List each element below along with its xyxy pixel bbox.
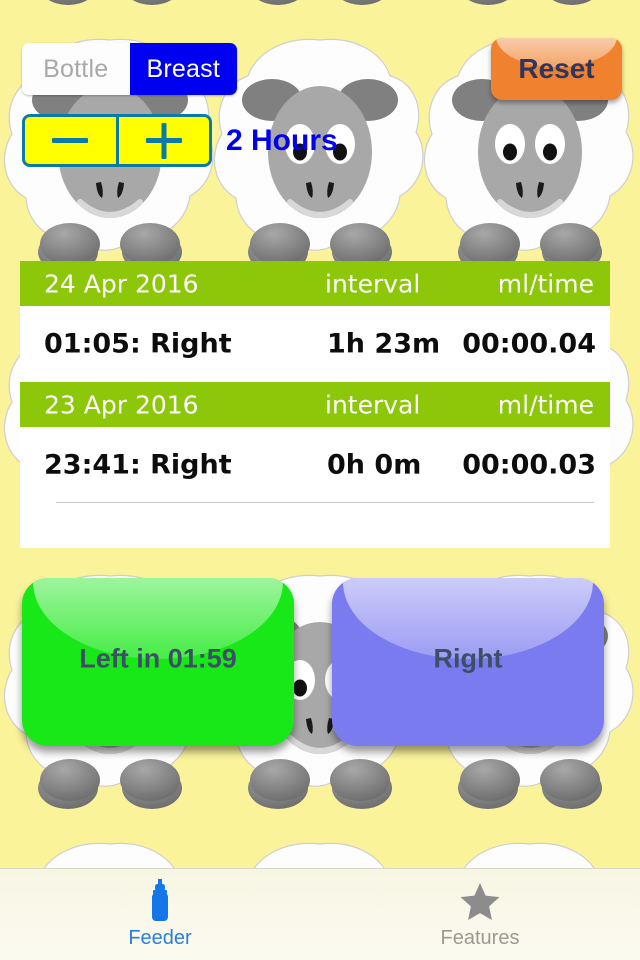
bottom-tab-bar: Feeder Features — [0, 868, 640, 960]
table-header-date: 23 Apr 2016 — [44, 390, 199, 419]
tab-features[interactable]: Features — [320, 869, 640, 960]
table-row[interactable]: 01:05: Right 1h 23m 00:00.04 — [20, 306, 610, 382]
table-header-ml-time: ml/time — [497, 269, 594, 298]
star-icon — [459, 879, 501, 923]
table-bottom-spacer — [20, 503, 610, 547]
table-header-row: 24 Apr 2016 interval ml/time — [20, 261, 610, 306]
tab-features-label: Features — [440, 927, 520, 949]
plus-icon-vertical — [161, 122, 167, 159]
reset-button-label: Reset — [518, 53, 595, 84]
table-header-interval: interval — [325, 390, 421, 419]
stepper-decrement-button[interactable] — [25, 117, 116, 164]
table-header-date: 24 Apr 2016 — [44, 269, 199, 298]
table-header-ml-time: ml/time — [497, 390, 594, 419]
interval-value-label: 2 Hours — [226, 124, 338, 157]
interval-stepper[interactable] — [22, 114, 212, 167]
table-row[interactable]: 23:41: Right 0h 0m 00:00.03 — [20, 427, 610, 503]
row-time-side: 23:41: Right — [44, 449, 232, 481]
baby-bottle-icon — [147, 879, 173, 923]
feed-log-table[interactable]: 24 Apr 2016 interval ml/time 01:05: Righ… — [20, 261, 610, 548]
row-ml-time: 00:00.03 — [462, 449, 596, 481]
segment-bottle-label: Bottle — [43, 54, 109, 83]
left-breast-button[interactable]: Left in 01:59 — [22, 578, 294, 746]
table-header-row: 23 Apr 2016 interval ml/time — [20, 382, 610, 427]
tab-feeder[interactable]: Feeder — [0, 869, 320, 960]
segment-breast[interactable]: Breast — [129, 43, 237, 95]
row-ml-time: 00:00.04 — [462, 328, 596, 360]
reset-button[interactable]: Reset — [491, 38, 622, 100]
segment-bottle[interactable]: Bottle — [22, 43, 130, 95]
right-breast-button[interactable]: Right — [332, 578, 604, 746]
row-interval: 0h 0m — [327, 449, 422, 481]
left-button-label: Left in 01:59 — [79, 643, 237, 674]
tab-feeder-label: Feeder — [128, 927, 192, 949]
table-header-interval: interval — [325, 269, 421, 298]
feed-type-segmented-control[interactable]: Bottle Breast — [22, 43, 237, 95]
minus-icon — [52, 138, 89, 143]
row-time-side: 01:05: Right — [44, 328, 232, 360]
right-button-label: Right — [433, 643, 503, 674]
segment-breast-label: Breast — [146, 54, 220, 83]
stepper-increment-button[interactable] — [115, 117, 209, 164]
row-interval: 1h 23m — [327, 328, 441, 360]
